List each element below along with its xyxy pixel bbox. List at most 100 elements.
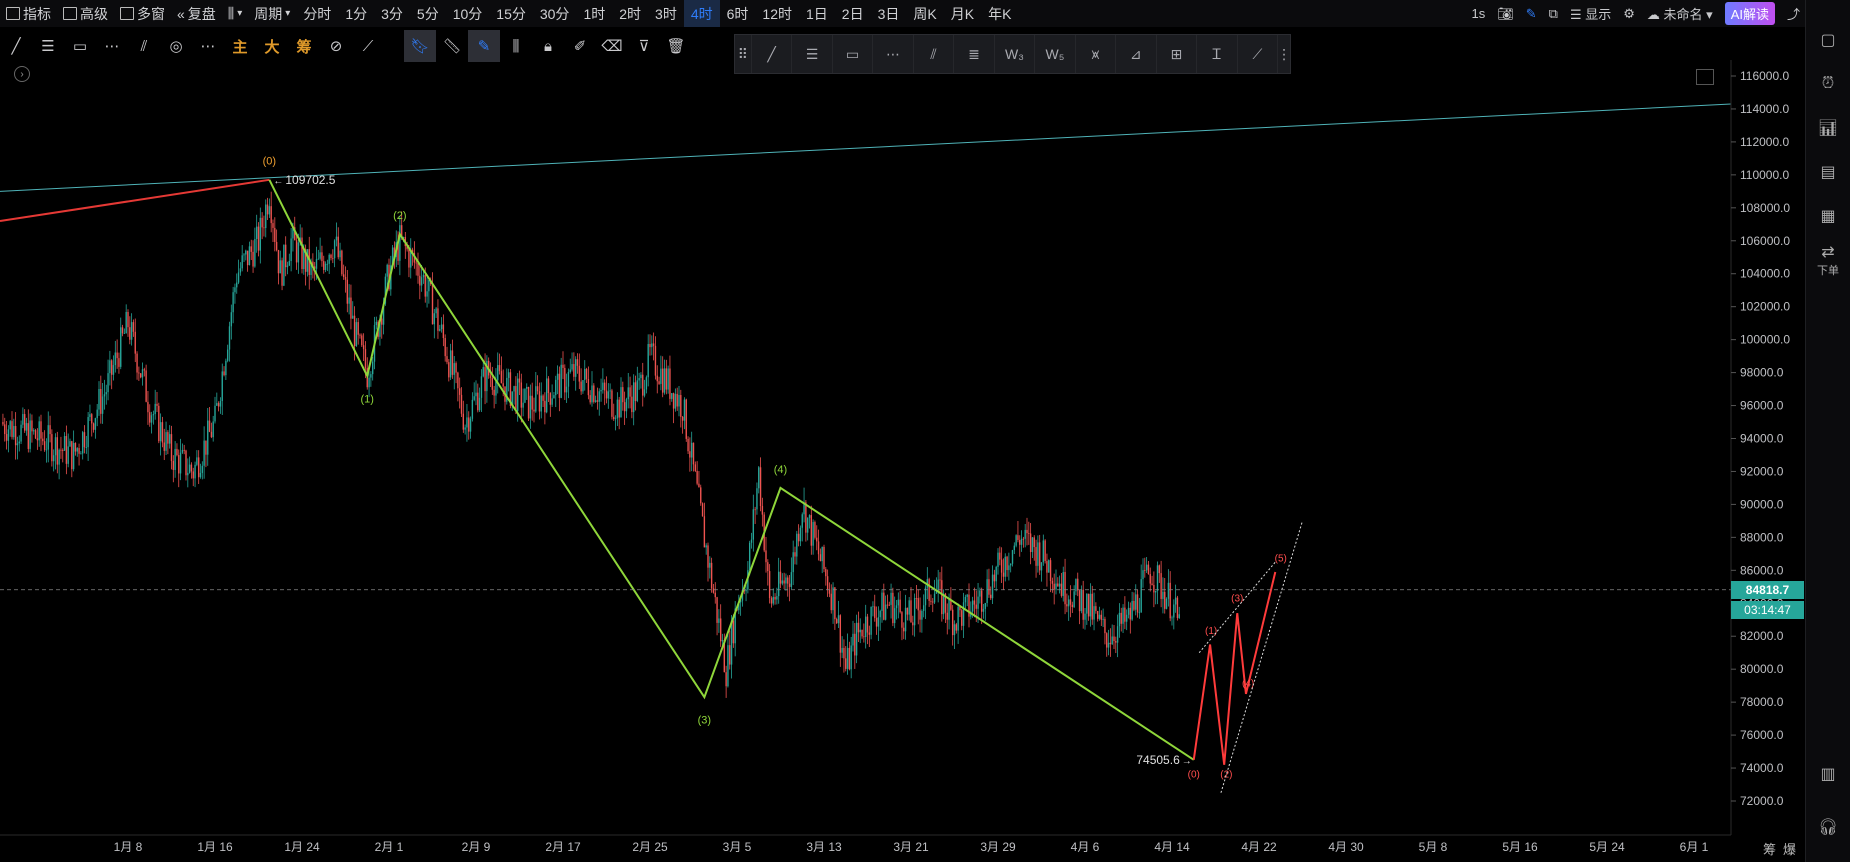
candle-body [228,326,231,350]
candle-body [843,647,845,659]
candle-body [107,373,109,393]
candle-body [819,554,822,562]
candle-body [1176,597,1179,618]
candle-body [265,204,267,229]
candle-body [975,604,977,609]
candle-body [845,658,847,669]
order-button[interactable]: ⇄ 下单 [1806,238,1850,282]
candle-body [642,374,644,396]
candle-body [440,324,443,330]
candle-body [342,274,345,278]
candle-body [1051,580,1054,584]
candle-body [694,464,697,471]
candle-body [1125,614,1128,622]
candle-body [895,605,898,609]
stats-icon[interactable]: 📊︎ [1806,106,1850,150]
fullscreen-icon[interactable] [1696,69,1714,85]
candle-body [701,503,704,517]
x-tick-label: 4月 6 [1071,840,1100,854]
candle-body [1116,626,1119,643]
candle-body [868,632,871,635]
x-tick-label: 2月 9 [462,840,491,854]
candle-body [136,353,138,373]
candle-body [993,574,996,582]
candle-body [816,537,818,542]
candle-body [272,223,274,228]
candle-body [105,392,107,395]
time-axis[interactable]: 1月 8 1月 16 1月 24 2月 1 2月 9 2月 17 2月 25 3月 5 3月 1… [0,834,1731,854]
candle-body [516,378,519,411]
candle-body [872,606,874,608]
chip-toggle[interactable]: 筹 [1763,839,1776,858]
candle-body [834,587,836,620]
y-tick-label: 86000.0 [1740,563,1784,577]
price-chart[interactable]: (0)(1)(2)(3)(4)(0)(1)(2)(3)(4)(5)109702.… [0,0,1805,862]
candle-body [665,368,668,390]
candle-body [226,349,229,361]
candle-body [502,383,504,387]
candle-body [631,396,633,413]
candle-body [210,431,213,438]
candle-body [611,390,613,417]
candle-body [172,460,175,470]
candle-body [120,327,122,367]
y-tick-label: 72000.0 [1740,794,1784,808]
candle-body [417,263,419,276]
collapse-arrow-icon[interactable]: › [14,66,30,82]
candle-body [913,598,916,626]
green-wave-label: (0) [263,156,276,168]
alarm-icon[interactable]: ⏰︎ [1806,62,1850,106]
candle-body [520,382,523,408]
candle-body [893,608,896,624]
candle-body [332,257,334,259]
candle-body [203,440,205,466]
candle-body [779,571,782,584]
candle-body [460,394,463,414]
liquidation-toggle[interactable]: 爆 [1783,839,1796,858]
news-icon[interactable]: ▦ [1806,194,1850,238]
candle-body [196,457,198,465]
candle-body [980,590,983,612]
candle-body [899,599,901,613]
candle-body [750,539,753,543]
layout-panel-icon[interactable]: ▥ [1806,752,1850,796]
candle-body [16,443,19,446]
candle-body [491,378,494,390]
candle-body [183,450,185,451]
candle-body [823,546,825,570]
candle-body [729,645,731,665]
candle-body [326,263,329,265]
candle-body [623,402,626,412]
candle-body [100,388,102,414]
candle-body [901,612,903,628]
candle-body [408,249,410,268]
watchlist-icon[interactable]: ▢ [1806,18,1850,62]
candle-body [1138,612,1141,614]
candle-body [1029,533,1032,553]
candle-body [1127,607,1130,615]
candle-body [419,275,421,286]
candle-body [846,647,849,669]
candle-body [219,401,222,407]
candle-body [453,363,455,375]
candle-body [1160,573,1162,600]
candle-body [168,434,171,444]
data-window-icon[interactable]: ▤ [1806,150,1850,194]
candle-body [714,592,716,598]
candle-body [92,423,95,430]
candle-body [1062,572,1064,596]
green-wave-label: (4) [774,464,787,476]
candle-body [484,367,486,392]
candle-body [1153,584,1155,593]
candle-body [371,361,374,375]
candle-body [335,236,338,241]
candle-body [1136,594,1139,613]
candle-body [89,414,91,418]
candle-body [814,522,816,538]
candle-body [72,442,75,470]
candle-body [689,451,691,458]
x-tick-label: 3月 13 [806,840,842,854]
support-icon[interactable]: 🎧︎ [1806,805,1850,849]
price-axis[interactable]: 116000.0 114000.0 112000.0 110000.0 108000.0… [1730,60,1805,835]
candle-body [776,596,778,600]
